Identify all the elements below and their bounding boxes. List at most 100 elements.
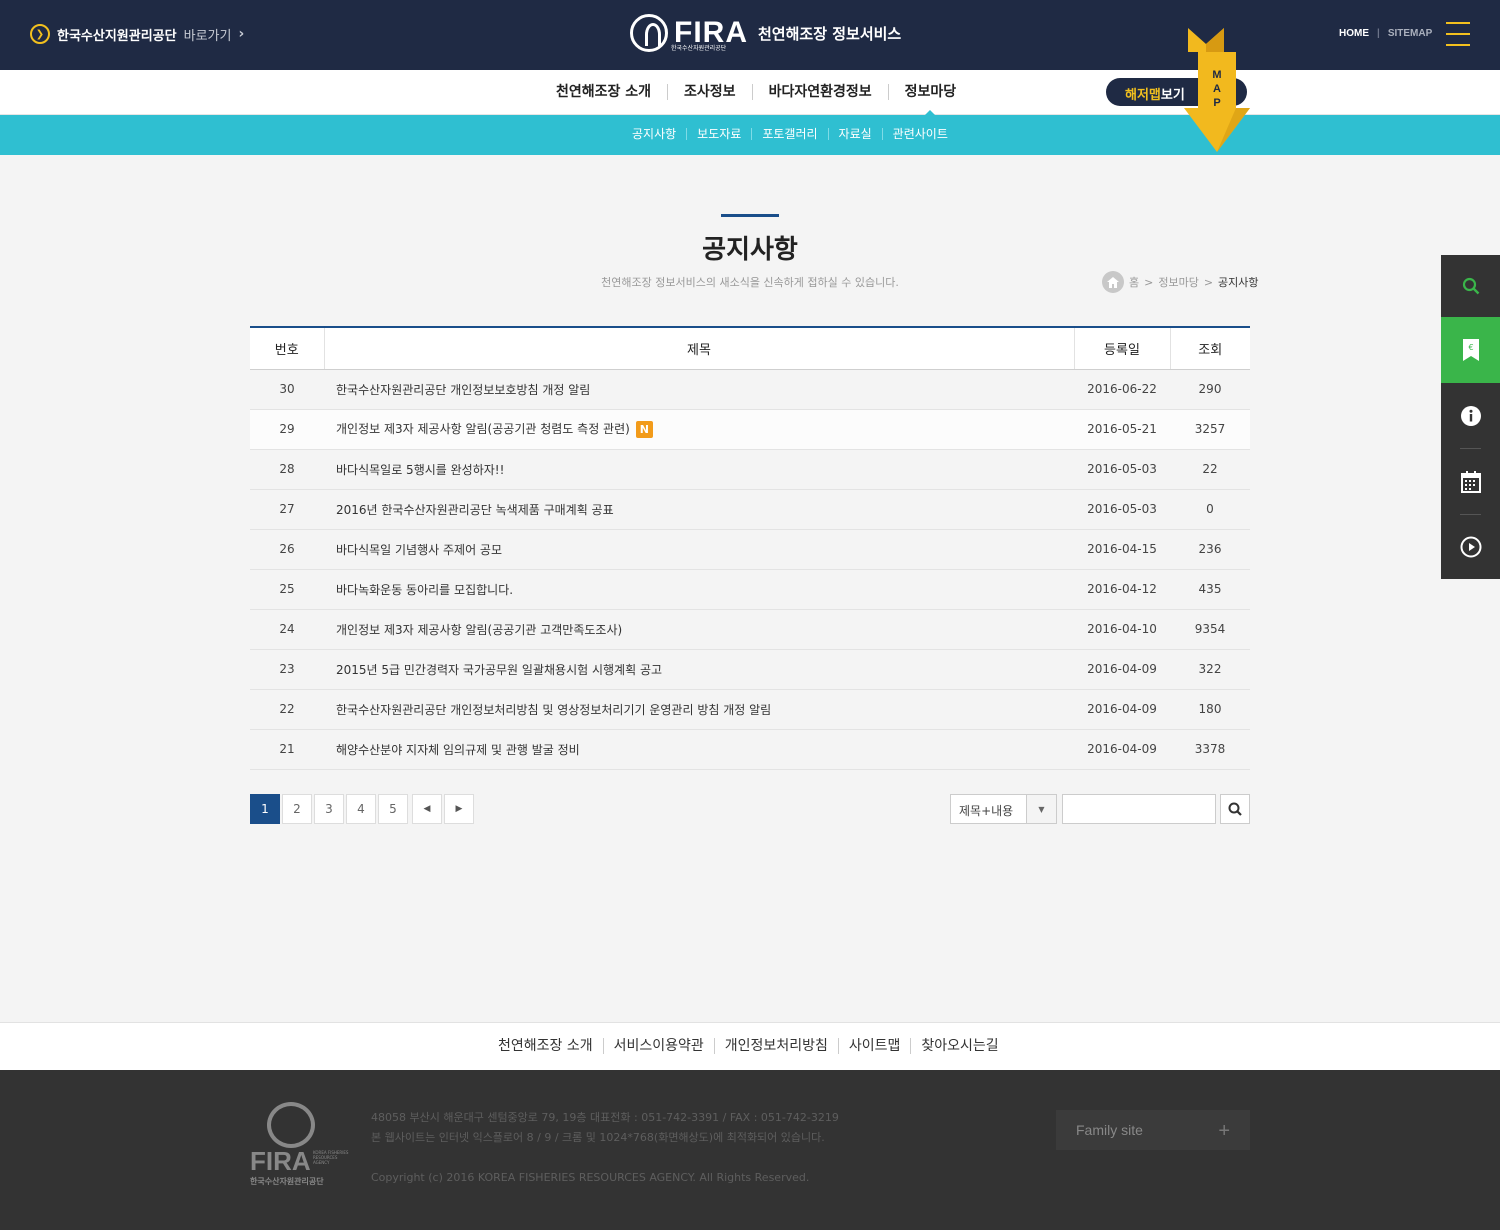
family-site-select[interactable]: Family site +: [1056, 1110, 1250, 1150]
cell-views: 0: [1170, 489, 1250, 530]
cell-subject[interactable]: 2016년 한국수산자원관리공단 녹색제품 구매계획 공표: [324, 489, 1074, 530]
quick-document-icon[interactable]: €: [1441, 317, 1500, 383]
breadcrumb-section[interactable]: 정보마당: [1158, 274, 1198, 290]
post-link[interactable]: 바다녹화운동 동아리를 모집합니다.: [336, 583, 513, 597]
svg-text:€: €: [1468, 343, 1473, 352]
post-link[interactable]: 한국수산자원관리공단 개인정보처리방침 및 영상정보처리기기 운영관리 방침 개…: [336, 703, 771, 717]
post-link[interactable]: 개인정보 제3자 제공사항 알림(공공기관 고객만족도조사): [336, 623, 622, 637]
subnav-item-press[interactable]: 보도자료: [686, 128, 751, 140]
table-row[interactable]: 28 바다식목일로 5행시를 완성하자!! 2016-05-03 22: [250, 449, 1250, 490]
sub-nav: 공지사항 보도자료 포토갤러리 자료실 관련사이트: [0, 115, 1500, 155]
nav-item-intro[interactable]: 천연해조장 소개: [545, 84, 667, 100]
cell-date: 2016-05-03: [1074, 449, 1170, 490]
fira-shortcut-link[interactable]: ❯ 한국수산지원관리공단 바로가기 ›: [30, 24, 244, 44]
cell-views: 435: [1170, 569, 1250, 610]
page-button-2[interactable]: 2: [282, 794, 312, 824]
search-input[interactable]: [1062, 794, 1216, 824]
cell-views: 322: [1170, 649, 1250, 690]
nav-item-survey[interactable]: 조사정보: [667, 84, 752, 100]
dropdown-arrow-icon[interactable]: ▼: [1026, 795, 1056, 823]
search-button[interactable]: [1220, 794, 1250, 824]
cell-subject[interactable]: 해양수산분야 지자체 임의규제 및 관행 발굴 정비: [324, 729, 1074, 770]
cell-subject[interactable]: 2015년 5급 민간경력자 국가공무원 일괄채용시험 시행계획 공고: [324, 649, 1074, 690]
quick-play-icon[interactable]: [1441, 515, 1500, 579]
quick-calendar-icon[interactable]: [1441, 449, 1500, 515]
cell-date: 2016-04-09: [1074, 729, 1170, 770]
page-button-4[interactable]: 4: [346, 794, 376, 824]
page-button-1[interactable]: 1: [250, 794, 280, 824]
home-link[interactable]: HOME: [1339, 28, 1369, 39]
footer-link-directions[interactable]: 찾아오시는길: [910, 1038, 1008, 1054]
table-row[interactable]: 25 바다녹화운동 동아리를 모집합니다. 2016-04-12 435: [250, 569, 1250, 610]
subnav-item-related[interactable]: 관련사이트: [881, 128, 958, 140]
footer-link-privacy[interactable]: 개인정보처리방침: [713, 1038, 838, 1054]
page-button-3[interactable]: 3: [314, 794, 344, 824]
search-type-select[interactable]: 제목+내용 ▼: [950, 794, 1057, 824]
page-description: 천연해조장 정보서비스의 새소식을 신속하게 접하실 수 있습니다.: [601, 276, 899, 289]
quick-info-icon[interactable]: [1441, 383, 1500, 449]
cell-no: 28: [250, 449, 324, 490]
cell-views: 22: [1170, 449, 1250, 490]
cell-subject[interactable]: 한국수산자원관리공단 개인정보처리방침 및 영상정보처리기기 운영관리 방침 개…: [324, 689, 1074, 730]
cell-date: 2016-04-15: [1074, 529, 1170, 570]
table-row[interactable]: 27 2016년 한국수산자원관리공단 녹색제품 구매계획 공표 2016-05…: [250, 489, 1250, 530]
cell-views: 290: [1170, 369, 1250, 410]
cell-views: 3378: [1170, 729, 1250, 770]
shortcut-go: 바로가기: [183, 28, 232, 44]
footer-link-intro[interactable]: 천연해조장 소개: [488, 1038, 603, 1054]
table-row[interactable]: 22 한국수산자원관리공단 개인정보처리방침 및 영상정보처리기기 운영관리 방…: [250, 689, 1250, 730]
fira-logo-icon: [630, 14, 668, 52]
table-row[interactable]: 30 한국수산자원관리공단 개인정보보호방침 개정 알림 2016-06-22 …: [250, 369, 1250, 410]
table-row[interactable]: 23 2015년 5급 민간경력자 국가공무원 일괄채용시험 시행계획 공고 2…: [250, 649, 1250, 690]
page-button-5[interactable]: 5: [378, 794, 408, 824]
table-row[interactable]: 24 개인정보 제3자 제공사항 알림(공공기관 고객만족도조사) 2016-0…: [250, 609, 1250, 650]
home-icon[interactable]: [1102, 271, 1124, 293]
footer-nav: 천연해조장 소개 서비스이용약관 개인정보처리방침 사이트맵 찾아오시는길: [0, 1022, 1500, 1070]
cell-subject[interactable]: 바다식목일 기념행사 주제어 공모: [324, 529, 1074, 570]
prev-page-icon[interactable]: ◀: [412, 794, 442, 824]
col-header-date: 등록일: [1073, 327, 1170, 370]
cell-subject[interactable]: 바다녹화운동 동아리를 모집합니다.: [324, 569, 1074, 610]
cell-no: 27: [250, 489, 324, 530]
footer-link-terms[interactable]: 서비스이용약관: [602, 1038, 714, 1054]
post-link[interactable]: 한국수산자원관리공단 개인정보보호방침 개정 알림: [336, 383, 590, 397]
subnav-item-notice[interactable]: 공지사항: [620, 128, 686, 140]
footer-link-sitemap[interactable]: 사이트맵: [837, 1038, 911, 1054]
next-page-icon[interactable]: ▶: [444, 794, 474, 824]
subnav-item-archive[interactable]: 자료실: [827, 128, 882, 140]
table-row[interactable]: 29 개인정보 제3자 제공사항 알림(공공기관 청렴도 측정 관련) N 201…: [250, 409, 1250, 450]
post-link[interactable]: 개인정보 제3자 제공사항 알림(공공기관 청렴도 측정 관련): [336, 422, 630, 436]
main-nav: 천연해조장 소개 조사정보 바다자연환경정보 정보마당: [0, 70, 1500, 115]
cell-views: 3257: [1170, 409, 1250, 450]
cell-subject[interactable]: 한국수산자원관리공단 개인정보보호방침 개정 알림: [324, 369, 1074, 410]
quick-menu: €: [1441, 255, 1500, 579]
service-name: 천연해조장 정보서비스: [758, 24, 902, 43]
footer-info: 48058 부산시 해운대구 센텀중앙로 79, 19층 대표전화 : 051-…: [371, 1108, 839, 1188]
post-link[interactable]: 바다식목일 기념행사 주제어 공모: [336, 543, 502, 557]
post-link[interactable]: 2015년 5급 민간경력자 국가공무원 일괄채용시험 시행계획 공고: [336, 663, 662, 677]
nav-item-info[interactable]: 정보마당: [887, 84, 973, 115]
post-link[interactable]: 바다식목일로 5행시를 완성하자!!: [336, 463, 504, 477]
footer: FIRA KOREA FISHERIES RESOURCES AGENCY 한국…: [0, 1070, 1500, 1230]
post-link[interactable]: 2016년 한국수산자원관리공단 녹색제품 구매계획 공표: [336, 503, 614, 517]
footer-browser-note: 본 웹사이트는 인터넷 익스플로어 8 / 9 / 크롬 및 1024*768(…: [371, 1131, 825, 1144]
map-arrow-badge[interactable]: MAP: [1184, 28, 1250, 154]
cell-subject[interactable]: 개인정보 제3자 제공사항 알림(공공기관 고객만족도조사): [324, 609, 1074, 650]
cell-subject[interactable]: 바다식목일로 5행시를 완성하자!!: [324, 449, 1074, 490]
sitemap-link[interactable]: SITEMAP: [1388, 28, 1432, 39]
notice-table: 번호 제목 등록일 조회 30 한국수산자원관리공단 개인정보보호방침 개정 알…: [250, 326, 1250, 770]
map-button-highlight: 해저맵: [1125, 88, 1161, 103]
subnav-item-photo[interactable]: 포토갤러리: [751, 128, 827, 140]
cell-subject[interactable]: 개인정보 제3자 제공사항 알림(공공기관 청렴도 측정 관련) N: [324, 409, 1074, 450]
chevron-right-icon: >: [1144, 275, 1154, 289]
post-link[interactable]: 해양수산분야 지자체 임의규제 및 관행 발굴 정비: [336, 743, 580, 757]
nav-item-marine-env[interactable]: 바다자연환경정보: [751, 84, 888, 100]
table-row[interactable]: 21 해양수산분야 지자체 임의규제 및 관행 발굴 정비 2016-04-09…: [250, 729, 1250, 770]
site-logo[interactable]: FIRA 한국수산자원관리공단 천연해조장 정보서비스: [630, 14, 901, 52]
chevron-right-icon: >: [1203, 275, 1214, 289]
cell-no: 30: [250, 369, 324, 410]
table-row[interactable]: 26 바다식목일 기념행사 주제어 공모 2016-04-15 236: [250, 529, 1250, 570]
breadcrumb-home[interactable]: 홈: [1129, 274, 1139, 290]
quick-search-icon[interactable]: [1441, 255, 1500, 317]
menu-icon[interactable]: [1446, 22, 1470, 46]
